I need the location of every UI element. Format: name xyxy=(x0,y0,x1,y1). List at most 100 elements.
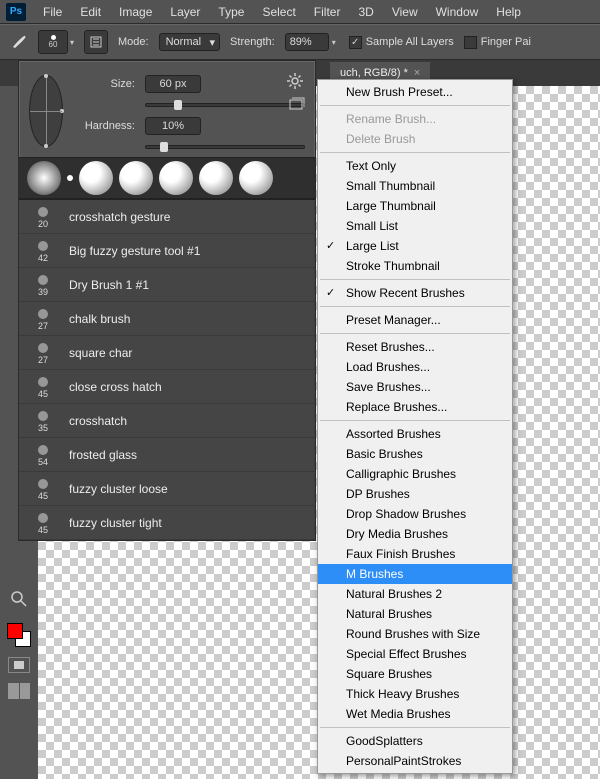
screen-mode-button[interactable] xyxy=(8,683,30,699)
menu-view[interactable]: View xyxy=(383,2,427,22)
menu-item[interactable]: Drop Shadow Brushes xyxy=(318,504,512,524)
menu-item[interactable]: Small Thumbnail xyxy=(318,176,512,196)
brush-list-item[interactable]: 27 square char xyxy=(19,336,315,370)
menu-item[interactable]: Special Effect Brushes xyxy=(318,644,512,664)
menu-item[interactable]: Save Brushes... xyxy=(318,377,512,397)
brush-preset-picker[interactable]: 60 ▾ xyxy=(38,30,74,54)
quick-mask-button[interactable] xyxy=(8,657,30,673)
brush-item-label: Dry Brush 1 #1 xyxy=(69,278,149,292)
menu-item[interactable]: Dry Media Brushes xyxy=(318,524,512,544)
menu-type[interactable]: Type xyxy=(209,2,253,22)
brush-list-item[interactable]: 27 chalk brush xyxy=(19,302,315,336)
menu-item[interactable]: Show Recent Brushes xyxy=(318,283,512,303)
menu-item[interactable]: Large Thumbnail xyxy=(318,196,512,216)
brush-list-item[interactable]: 42 Big fuzzy gesture tool #1 xyxy=(19,234,315,268)
color-swatches[interactable] xyxy=(7,623,31,647)
brush-thumbnail: 45 xyxy=(27,509,59,537)
size-input[interactable]: 60 px xyxy=(145,75,201,93)
menu-layer[interactable]: Layer xyxy=(161,2,209,22)
brush-tip-row xyxy=(19,157,315,199)
strength-input[interactable]: 89% xyxy=(285,33,329,51)
menu-3d[interactable]: 3D xyxy=(349,2,382,22)
menu-item[interactable]: Replace Brushes... xyxy=(318,397,512,417)
menu-item[interactable]: Round Brushes with Size xyxy=(318,624,512,644)
brush-preset-panel: Size: 60 px Hardness: 10% 20 cr xyxy=(18,60,316,541)
size-label: Size: xyxy=(77,78,135,90)
brush-list-item[interactable]: 35 crosshatch xyxy=(19,404,315,438)
brush-tip-preset[interactable] xyxy=(67,175,73,181)
brush-size-display: 60 xyxy=(49,40,58,49)
brush-angle-control[interactable] xyxy=(29,75,63,147)
brush-thumbnail: 27 xyxy=(27,339,59,367)
brush-list-item[interactable]: 45 fuzzy cluster loose xyxy=(19,472,315,506)
brush-panel-toggle[interactable] xyxy=(84,30,108,54)
menu-separator xyxy=(320,420,510,421)
menu-item[interactable]: Small List xyxy=(318,216,512,236)
brush-item-label: close cross hatch xyxy=(69,380,162,394)
new-preset-icon[interactable] xyxy=(289,97,305,111)
menu-item[interactable]: Thick Heavy Brushes xyxy=(318,684,512,704)
app-logo: Ps xyxy=(6,3,26,21)
zoom-tool[interactable] xyxy=(10,590,28,613)
gear-icon[interactable] xyxy=(285,71,305,91)
brush-tip-preset[interactable] xyxy=(79,161,113,195)
menu-item[interactable]: Assorted Brushes xyxy=(318,424,512,444)
brush-list[interactable]: 20 crosshatch gesture 42 Big fuzzy gestu… xyxy=(19,199,315,540)
mode-select[interactable]: Normal▾ xyxy=(159,33,220,51)
menu-item[interactable]: Natural Brushes 2 xyxy=(318,584,512,604)
menu-item[interactable]: Load Brushes... xyxy=(318,357,512,377)
menu-item[interactable]: Large List xyxy=(318,236,512,256)
menu-separator xyxy=(320,152,510,153)
menu-item[interactable]: GoodSplatters xyxy=(318,731,512,751)
brush-item-label: crosshatch gesture xyxy=(69,210,170,224)
brush-list-item[interactable]: 45 fuzzy cluster tight xyxy=(19,506,315,540)
brush-tip-preset[interactable] xyxy=(199,161,233,195)
brush-list-item[interactable]: 54 frosted glass xyxy=(19,438,315,472)
menu-item[interactable]: DP Brushes xyxy=(318,484,512,504)
size-slider[interactable] xyxy=(145,103,305,107)
menu-item[interactable]: Reset Brushes... xyxy=(318,337,512,357)
brush-tip-preset[interactable] xyxy=(239,161,273,195)
foreground-color-swatch[interactable] xyxy=(7,623,23,639)
brush-thumbnail: 39 xyxy=(27,271,59,299)
menu-item[interactable]: PersonalPaintStrokes xyxy=(318,751,512,771)
hardness-slider[interactable] xyxy=(145,145,305,149)
menu-item[interactable]: Calligraphic Brushes xyxy=(318,464,512,484)
brush-flyout-menu: New Brush Preset...Rename Brush...Delete… xyxy=(317,79,513,774)
menu-edit[interactable]: Edit xyxy=(71,2,110,22)
menu-file[interactable]: File xyxy=(34,2,71,22)
sample-all-layers-checkbox[interactable]: ✓ xyxy=(349,36,362,49)
brush-list-item[interactable]: 39 Dry Brush 1 #1 xyxy=(19,268,315,302)
menu-item[interactable]: Wet Media Brushes xyxy=(318,704,512,724)
tool-strip xyxy=(4,590,34,699)
menu-window[interactable]: Window xyxy=(427,2,488,22)
brush-thumbnail: 27 xyxy=(27,305,59,333)
menu-filter[interactable]: Filter xyxy=(305,2,350,22)
menu-image[interactable]: Image xyxy=(110,2,161,22)
options-bar: 60 ▾ Mode: Normal▾ Strength: 89% ▾ ✓ Sam… xyxy=(0,24,600,60)
menu-item[interactable]: Preset Manager... xyxy=(318,310,512,330)
brush-thumbnail: 42 xyxy=(27,237,59,265)
smudge-tool-icon xyxy=(10,33,28,51)
finger-painting-checkbox[interactable] xyxy=(464,36,477,49)
brush-item-label: frosted glass xyxy=(69,448,137,462)
brush-tip-preset[interactable] xyxy=(119,161,153,195)
hardness-input[interactable]: 10% xyxy=(145,117,201,135)
menu-item[interactable]: New Brush Preset... xyxy=(318,82,512,102)
menu-item[interactable]: Basic Brushes xyxy=(318,444,512,464)
menu-help[interactable]: Help xyxy=(487,2,530,22)
menu-item[interactable]: Square Brushes xyxy=(318,664,512,684)
menu-separator xyxy=(320,306,510,307)
menu-item[interactable]: M Brushes xyxy=(318,564,512,584)
brush-list-item[interactable]: 20 crosshatch gesture xyxy=(19,200,315,234)
menu-item[interactable]: Faux Finish Brushes xyxy=(318,544,512,564)
brush-tip-preset[interactable] xyxy=(27,161,61,195)
menu-item[interactable]: Natural Brushes xyxy=(318,604,512,624)
menu-separator xyxy=(320,727,510,728)
menu-item[interactable]: Text Only xyxy=(318,156,512,176)
brush-list-item[interactable]: 45 close cross hatch xyxy=(19,370,315,404)
menu-select[interactable]: Select xyxy=(253,2,304,22)
close-icon[interactable]: × xyxy=(414,67,420,79)
brush-tip-preset[interactable] xyxy=(159,161,193,195)
menu-item[interactable]: Stroke Thumbnail xyxy=(318,256,512,276)
